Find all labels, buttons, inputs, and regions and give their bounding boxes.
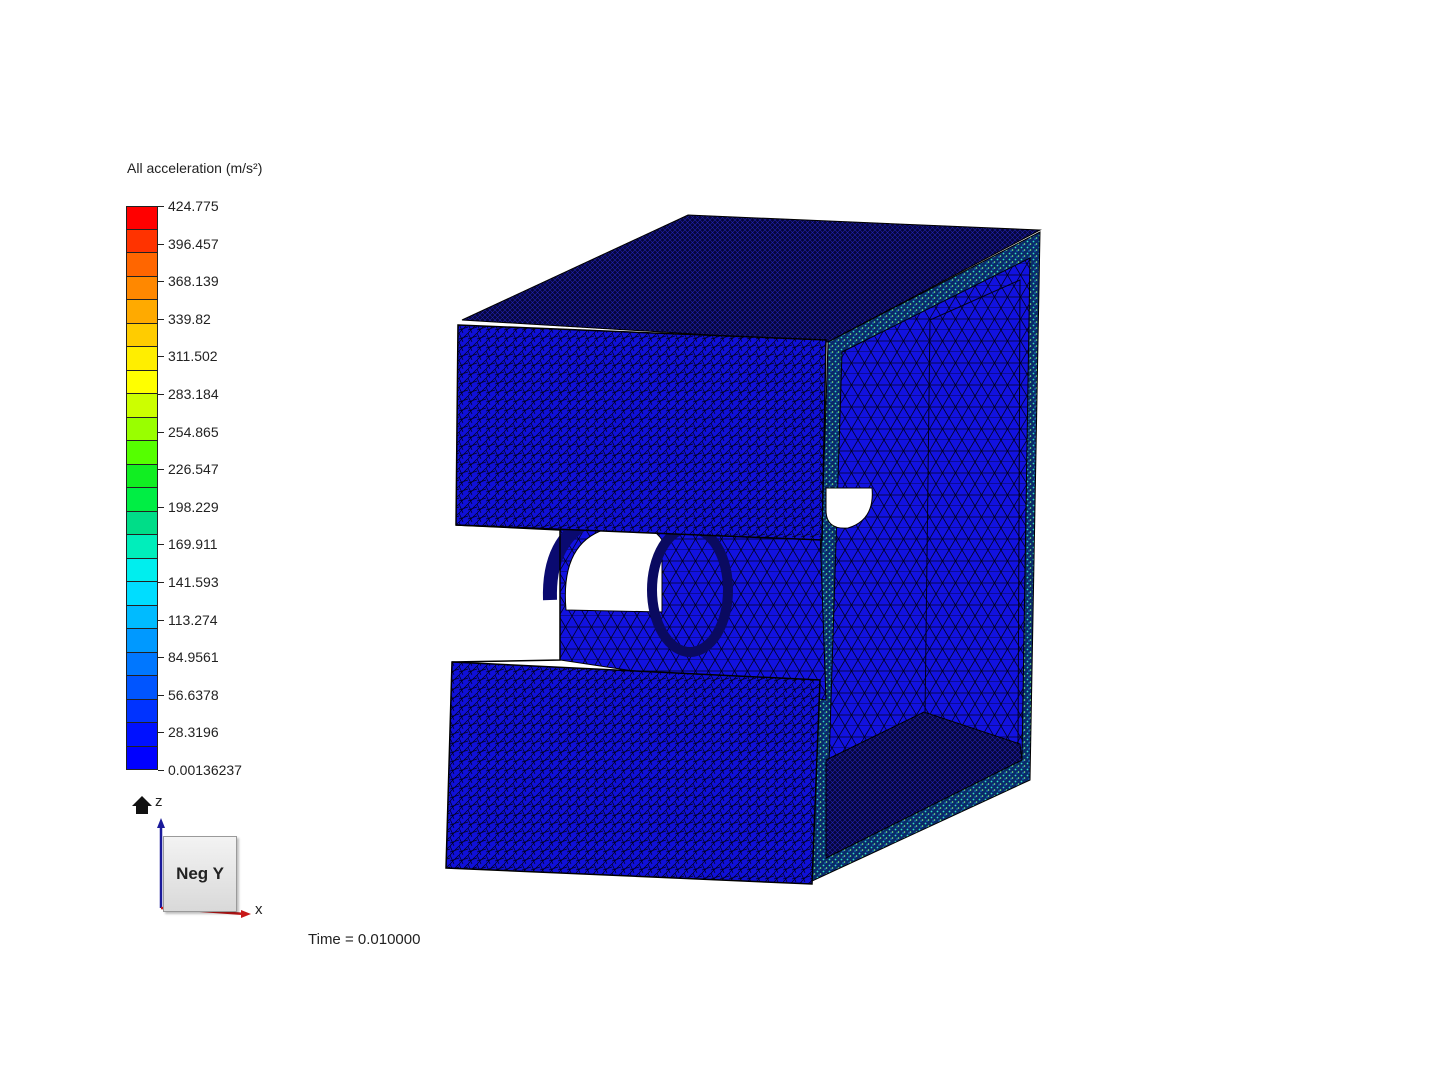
legend-tick-label: 198.229 — [168, 498, 219, 515]
legend-swatch — [126, 699, 158, 723]
legend-tick-label: 28.3196 — [168, 724, 219, 741]
legend-swatch — [126, 300, 158, 324]
legend-swatch — [126, 417, 158, 441]
legend-swatch — [126, 229, 158, 253]
legend-tick-mark — [158, 206, 164, 207]
axis-z-label: z — [155, 793, 163, 810]
legend-swatch — [126, 676, 158, 700]
legend-tick-mark — [158, 243, 164, 245]
legend-tick-mark — [158, 281, 164, 283]
legend-swatch — [126, 276, 158, 300]
legend-tick-mark — [158, 770, 164, 771]
legend-swatch — [126, 323, 158, 347]
legend-swatch — [126, 746, 158, 770]
legend-color-bar — [126, 206, 158, 770]
legend-tick-mark — [158, 356, 164, 358]
legend-tick-label: 339.82 — [168, 310, 211, 327]
legend-tick-label: 424.775 — [168, 198, 219, 214]
legend-swatch — [126, 370, 158, 394]
legend-swatch — [126, 629, 158, 653]
axis-x-label: x — [255, 901, 263, 918]
legend-tick-mark — [158, 694, 164, 696]
view-cube-neg-y[interactable]: Neg Y — [163, 836, 237, 912]
legend-tick-label: 311.502 — [168, 348, 218, 365]
legend-tick-mark — [158, 318, 164, 320]
legend-tick-label: 396.457 — [168, 235, 219, 252]
legend-swatch — [126, 535, 158, 559]
legend-tick-label: 169.911 — [168, 536, 218, 553]
legend-swatch — [126, 441, 158, 465]
legend-swatch — [126, 464, 158, 488]
legend-tick-label: 254.865 — [168, 423, 219, 440]
legend-swatch — [126, 253, 158, 277]
legend-tick-mark — [158, 582, 164, 583]
legend-tick-mark — [158, 506, 164, 508]
legend-tick-label: 368.139 — [168, 273, 219, 290]
legend-swatch — [126, 558, 158, 582]
legend-swatch — [126, 605, 158, 629]
legend-swatch — [126, 347, 158, 371]
orientation-widget[interactable]: z x Neg Y — [125, 790, 285, 930]
legend-swatch — [126, 206, 158, 230]
legend-tick-label: 141.593 — [168, 574, 219, 590]
legend-tick-mark — [158, 394, 164, 395]
legend-tick-label: 283.184 — [168, 386, 219, 402]
legend-tick-label: 56.6378 — [168, 686, 219, 703]
legend-swatch — [126, 723, 158, 747]
time-label: Time = 0.010000 — [308, 931, 421, 948]
legend-swatch — [126, 652, 158, 676]
legend-swatch — [126, 511, 158, 535]
legend-tick-mark — [158, 732, 164, 734]
legend-swatch — [126, 394, 158, 418]
legend-tick-mark — [158, 431, 164, 433]
legend-tick-mark — [158, 657, 164, 659]
legend-tick-label: 113.274 — [168, 611, 218, 628]
legend-tick-mark — [158, 619, 164, 621]
legend-swatch — [126, 582, 158, 606]
legend-tick-label: 226.547 — [168, 461, 219, 478]
legend-tick-label: 0.00136237 — [168, 762, 242, 778]
legend-tick-mark — [158, 544, 164, 546]
legend-tick-mark — [158, 469, 164, 471]
legend-tick-label: 84.9561 — [168, 649, 219, 666]
viewport-3d[interactable]: All acceleration (m/s²) 424.775 396.457 36… — [0, 0, 1440, 1080]
legend-swatch — [126, 488, 158, 512]
